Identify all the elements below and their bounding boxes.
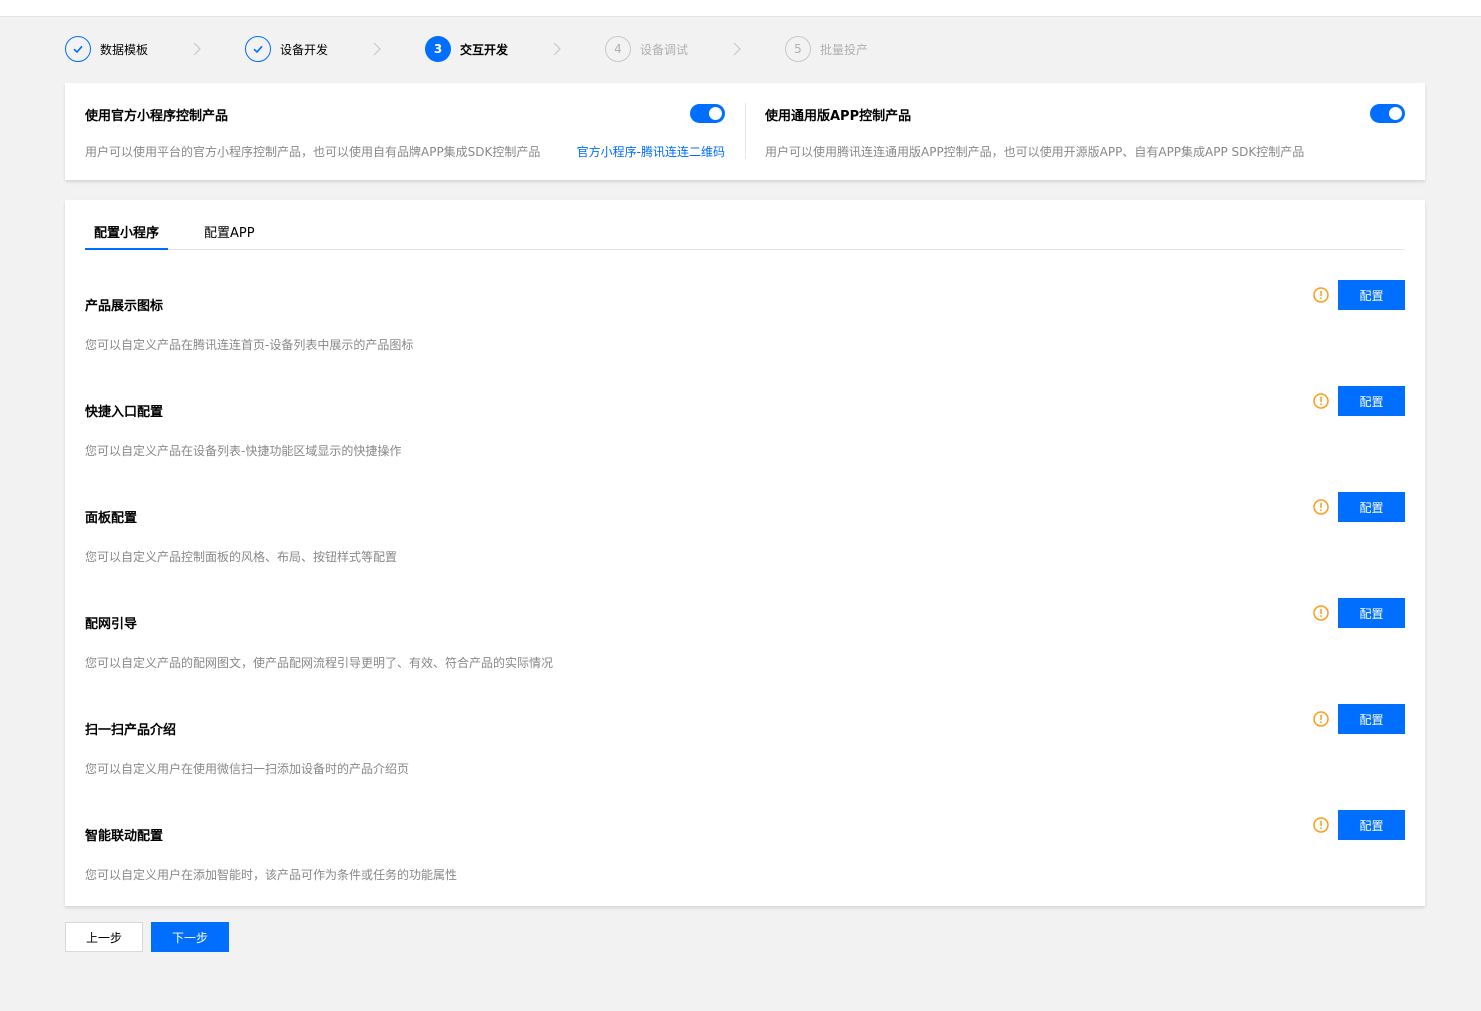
control-mode-panel: 使用官方小程序控制产品 用户可以使用平台的官方小程序控制产品，也可以使用自有品牌… [65,83,1425,180]
step-label: 数据模板 [100,42,149,57]
config-button[interactable]: 配置 [1338,810,1405,840]
warning-icon [1313,287,1329,303]
step-data-template: 数据模板 [65,35,148,63]
step-label: 设备调试 [640,42,689,57]
config-item: 快捷入口配置 您可以自定义产品在设备列表-快捷功能区域显示的快捷操作 配置 [85,386,1405,492]
divider [745,103,746,159]
mini-program-toggle[interactable] [690,104,725,123]
config-panel: 配置小程序 配置APP 产品展示图标 您可以自定义产品在腾讯连连首页-设备列表中… [65,200,1425,906]
config-item-description: 您可以自定义产品的配网图文，使产品配网流程引导更明了、有效、符合产品的实际情况 [85,656,554,670]
check-icon [65,36,91,62]
config-button[interactable]: 配置 [1338,280,1405,310]
step-interaction-dev: 3 交互开发 [425,35,508,63]
check-icon [245,36,271,62]
step-number: 4 [605,36,631,62]
config-item: 配网引导 您可以自定义产品的配网图文，使产品配网流程引导更明了、有效、符合产品的… [85,598,1405,704]
step-label: 批量投产 [820,42,869,57]
chevron-right-icon [373,42,381,56]
step-number: 5 [785,36,811,62]
app-section: 使用通用版APP控制产品 用户可以使用腾讯连连通用版APP控制产品，也可以使用开… [765,83,1405,180]
config-item-description: 您可以自定义用户在添加智能时，该产品可作为条件或任务的功能属性 [85,868,458,882]
next-step-button[interactable]: 下一步 [151,922,229,952]
config-item-description: 您可以自定义产品在腾讯连连首页-设备列表中展示的产品图标 [85,338,414,352]
config-item-description: 您可以自定义产品在设备列表-快捷功能区域显示的快捷操作 [85,444,402,458]
warning-icon [1313,817,1329,833]
config-tabs: 配置小程序 配置APP [85,220,1405,250]
chevron-right-icon [733,42,741,56]
warning-icon [1313,499,1329,515]
mini-program-title: 使用官方小程序控制产品 [85,109,229,124]
app-title: 使用通用版APP控制产品 [765,109,912,124]
chevron-right-icon [193,42,201,56]
config-item-title: 快捷入口配置 [85,405,164,420]
step-label: 交互开发 [460,42,509,57]
mini-program-qrcode-link[interactable]: 官方小程序-腾讯连连二维码 [577,143,725,160]
toggle-knob [709,107,722,120]
step-device-dev: 设备开发 [245,35,328,63]
app-toggle[interactable] [1370,104,1405,123]
config-item-description: 您可以自定义用户在使用微信扫一扫添加设备时的产品介绍页 [85,762,410,776]
warning-icon [1313,711,1329,727]
warning-icon [1313,393,1329,409]
prev-step-button[interactable]: 上一步 [65,922,143,952]
step-number: 3 [425,36,451,62]
config-item-title: 产品展示图标 [85,299,164,314]
config-button[interactable]: 配置 [1338,598,1405,628]
config-item: 扫一扫产品介绍 您可以自定义用户在使用微信扫一扫添加设备时的产品介绍页 配置 [85,704,1405,810]
tab-config-mini-program[interactable]: 配置小程序 [85,220,169,250]
app-description: 用户可以使用腾讯连连通用版APP控制产品，也可以使用开源版APP、自有APP集成… [765,145,1305,159]
step-device-debug: 4 设备调试 [605,35,688,63]
tab-config-app[interactable]: 配置APP [195,220,264,250]
config-item-description: 您可以自定义产品控制面板的风格、布局、按钮样式等配置 [85,550,398,564]
chevron-right-icon [553,42,561,56]
step-label: 设备开发 [280,42,329,57]
mini-program-description: 用户可以使用平台的官方小程序控制产品，也可以使用自有品牌APP集成SDK控制产品 [85,145,541,159]
config-button[interactable]: 配置 [1338,386,1405,416]
top-bar [0,0,1481,17]
step-mass-production: 5 批量投产 [785,35,868,63]
config-item-title: 配网引导 [85,617,138,632]
config-item: 智能联动配置 您可以自定义用户在添加智能时，该产品可作为条件或任务的功能属性 配… [85,810,1405,916]
config-item-title: 面板配置 [85,511,138,526]
config-button[interactable]: 配置 [1338,704,1405,734]
mini-program-section: 使用官方小程序控制产品 用户可以使用平台的官方小程序控制产品，也可以使用自有品牌… [85,83,725,180]
toggle-knob [1389,107,1402,120]
config-item-title: 扫一扫产品介绍 [85,723,177,738]
config-item-title: 智能联动配置 [85,829,164,844]
config-item: 面板配置 您可以自定义产品控制面板的风格、布局、按钮样式等配置 配置 [85,492,1405,598]
config-button[interactable]: 配置 [1338,492,1405,522]
config-item: 产品展示图标 您可以自定义产品在腾讯连连首页-设备列表中展示的产品图标 配置 [85,280,1405,386]
warning-icon [1313,605,1329,621]
